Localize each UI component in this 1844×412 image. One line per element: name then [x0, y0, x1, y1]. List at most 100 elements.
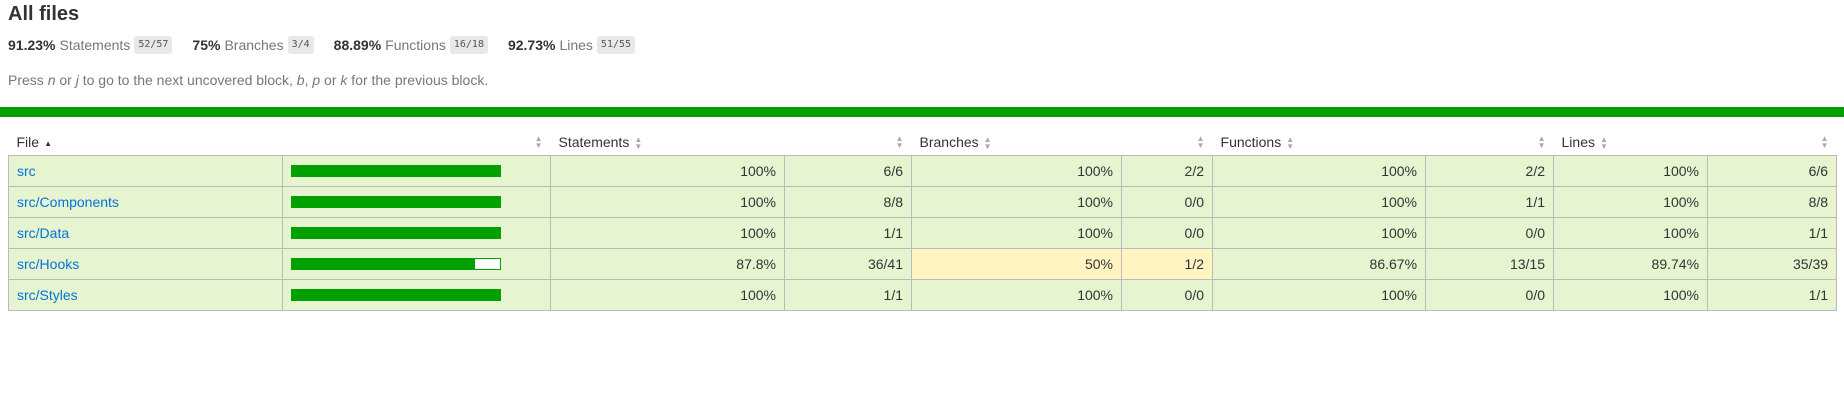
file-link[interactable]: src/Hooks	[17, 256, 79, 272]
sort-icon: ▲ ▼	[895, 134, 904, 150]
sort-icon: ▲ ▼	[1537, 134, 1546, 150]
functions-label: Functions	[385, 37, 446, 53]
branches-pct: 100%	[911, 186, 1122, 218]
lines-percent: 92.73%	[507, 37, 556, 53]
keyboard-hint: Press n or j to go to the next uncovered…	[8, 72, 489, 88]
functions-abs: 1/1	[1425, 186, 1555, 218]
lines-label: Lines	[559, 37, 593, 53]
branches-percent: 75%	[192, 37, 221, 53]
branches-pct: 50%	[911, 248, 1122, 280]
lines-pct: 100%	[1553, 279, 1709, 311]
statements-pct: 87.8%	[550, 248, 785, 280]
sort-icon: ▲ ▼	[1286, 135, 1295, 152]
coverage-table: File ▲ ▲ ▼ Statements ▲ ▼ ▲ ▼ Branches ▲ ▼ ▲ ▼ F…	[8, 129, 1838, 311]
lines-abs: 8/8	[1707, 186, 1838, 218]
branches-abs: 0/0	[1120, 186, 1214, 218]
sort-icon: ▲ ▼	[1599, 135, 1608, 152]
header-coverage-bar[interactable]: ▲ ▼	[282, 129, 551, 156]
sort-icon: ▲ ▼	[634, 135, 643, 152]
table-row: src/Styles 100% 1/1 100% 0/0 100% 0/0 10…	[8, 279, 1838, 311]
branches-pct: 100%	[911, 279, 1122, 311]
summary-lines: 92.73% Lines 51/55	[507, 36, 636, 54]
table-row: src/Components 100% 8/8 100% 0/0 100% 1/…	[8, 186, 1838, 218]
functions-abs: 0/0	[1425, 217, 1555, 249]
coverage-bar-fill	[292, 259, 475, 269]
coverage-summary: 91.23% Statements 52/57 75% Branches 3/4…	[8, 35, 1836, 55]
statements-percent: 91.23%	[8, 37, 56, 53]
coverage-bar-cell	[282, 186, 551, 218]
lines-pct: 100%	[1553, 155, 1709, 187]
lines-abs: 1/1	[1707, 279, 1838, 311]
coverage-bar	[291, 196, 501, 208]
header-lines[interactable]: Lines ▲ ▼ ▲ ▼	[1553, 129, 1837, 156]
lines-pct: 89.74%	[1553, 248, 1709, 280]
header-file[interactable]: File ▲	[8, 129, 283, 156]
statements-pct: 100%	[550, 155, 785, 187]
summary-statements: 91.23% Statements 52/57	[8, 36, 173, 54]
sort-icon: ▲ ▼	[983, 135, 992, 152]
file-cell: src/Components	[8, 186, 283, 218]
functions-pct: 86.67%	[1212, 248, 1427, 280]
coverage-bar-fill	[292, 166, 500, 176]
coverage-bar-cell	[282, 217, 551, 249]
coverage-bar-cell	[282, 155, 551, 187]
statements-abs: 1/1	[784, 279, 912, 311]
header-statements[interactable]: Statements ▲ ▼ ▲ ▼	[550, 129, 912, 156]
file-cell: src	[8, 155, 283, 187]
statements-label: Statements	[59, 37, 131, 53]
lines-abs: 35/39	[1707, 248, 1838, 280]
summary-branches: 75% Branches 3/4	[192, 36, 314, 54]
functions-pct: 100%	[1212, 279, 1427, 311]
statements-abs: 36/41	[784, 248, 912, 280]
coverage-bar	[291, 165, 501, 177]
header-branches[interactable]: Branches ▲ ▼ ▲ ▼	[911, 129, 1213, 156]
coverage-bar	[291, 289, 501, 301]
statements-pct: 100%	[550, 186, 785, 218]
lines-abs: 6/6	[1707, 155, 1838, 187]
coverage-bar	[291, 227, 501, 239]
functions-abs: 13/15	[1425, 248, 1555, 280]
statements-pct: 100%	[550, 279, 785, 311]
lines-pct: 100%	[1553, 186, 1709, 218]
functions-pct: 100%	[1212, 217, 1427, 249]
functions-abs: 2/2	[1425, 155, 1555, 187]
sort-icon: ▲ ▼	[534, 134, 543, 150]
sort-icon: ▲ ▼	[1196, 134, 1205, 150]
statements-fraction: 52/57	[134, 36, 173, 54]
branches-abs: 0/0	[1120, 279, 1214, 311]
coverage-status-line	[0, 107, 1844, 117]
table-row: src 100% 6/6 100% 2/2 100% 2/2 100% 6/6	[8, 155, 1838, 187]
lines-pct: 100%	[1553, 217, 1709, 249]
file-link[interactable]: src	[17, 163, 36, 179]
statements-abs: 1/1	[784, 217, 912, 249]
branches-label: Branches	[224, 37, 284, 53]
file-cell: src/Styles	[8, 279, 283, 311]
coverage-bar-fill	[292, 290, 500, 300]
coverage-bar	[291, 258, 501, 270]
table-row: src/Hooks 87.8% 36/41 50% 1/2 86.67% 13/…	[8, 248, 1838, 280]
branches-abs: 0/0	[1120, 217, 1214, 249]
branches-abs: 2/2	[1120, 155, 1214, 187]
file-link[interactable]: src/Styles	[17, 287, 78, 303]
lines-abs: 1/1	[1707, 217, 1838, 249]
table-row: src/Data 100% 1/1 100% 0/0 100% 0/0 100%…	[8, 217, 1838, 249]
branches-pct: 100%	[911, 155, 1122, 187]
sort-icon: ▲ ▼	[1820, 134, 1829, 150]
coverage-bar-cell	[282, 279, 551, 311]
branches-pct: 100%	[911, 217, 1122, 249]
sort-ascending-icon: ▲	[44, 138, 52, 148]
statements-pct: 100%	[550, 217, 785, 249]
functions-percent: 88.89%	[333, 37, 382, 53]
header-functions[interactable]: Functions ▲ ▼ ▲ ▼	[1212, 129, 1554, 156]
statements-abs: 8/8	[784, 186, 912, 218]
functions-pct: 100%	[1212, 155, 1427, 187]
lines-fraction: 51/55	[596, 36, 636, 54]
functions-abs: 0/0	[1425, 279, 1555, 311]
file-link[interactable]: src/Data	[17, 225, 69, 241]
coverage-bar-fill	[292, 197, 500, 207]
branches-fraction: 3/4	[287, 36, 314, 54]
page-title: All files	[8, 3, 80, 25]
coverage-bar-cell	[282, 248, 551, 280]
file-link[interactable]: src/Components	[17, 194, 119, 210]
statements-abs: 6/6	[784, 155, 912, 187]
